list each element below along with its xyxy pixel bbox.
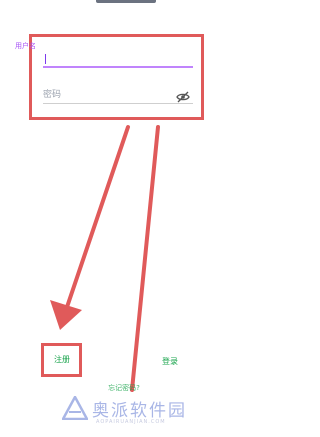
watermark-url: AOPAIRUANJIAN.COM	[96, 419, 166, 425]
watermark-title: 奥派软件园	[92, 401, 187, 421]
username-input[interactable]	[43, 52, 193, 68]
watermark-logo-icon	[62, 396, 88, 420]
login-button[interactable]: 登录	[157, 354, 183, 368]
password-input[interactable]	[43, 86, 193, 104]
eye-off-icon[interactable]	[176, 88, 190, 103]
status-bar-notch	[96, 0, 156, 3]
username-label: 用户名	[15, 42, 36, 50]
login-form-highlight	[29, 34, 204, 120]
forgot-password-link[interactable]: 忘记密码?	[94, 383, 154, 393]
arrow-to-register	[50, 125, 130, 330]
arrow-from-form	[130, 125, 160, 392]
register-button[interactable]: 注册	[49, 352, 75, 366]
text-caret	[45, 54, 46, 64]
